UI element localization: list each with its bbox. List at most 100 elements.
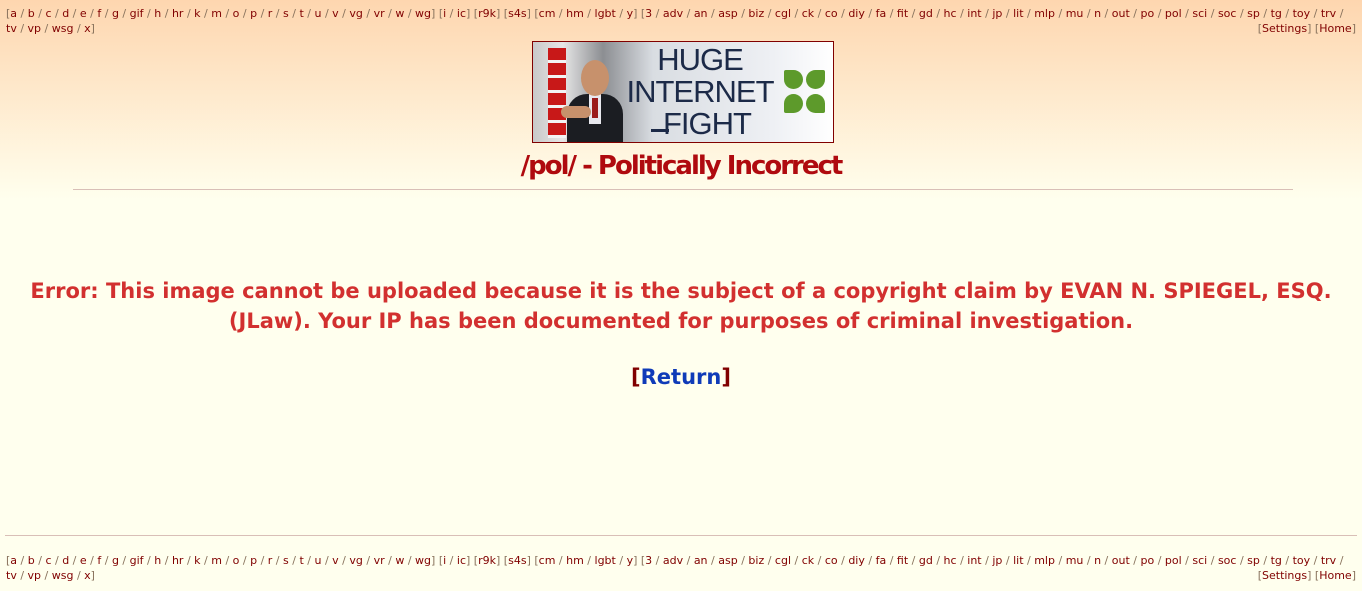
top-board-link-hr[interactable]: hr — [172, 7, 184, 20]
top-board-link-mlp[interactable]: mlp — [1034, 7, 1055, 20]
top-board-link-int[interactable]: int — [967, 7, 981, 20]
top-board-link-fa[interactable]: fa — [876, 7, 887, 20]
bottom-board-link-asp[interactable]: asp — [718, 554, 737, 567]
top-board-link-g[interactable]: g — [112, 7, 119, 20]
top-board-link-w[interactable]: w — [395, 7, 404, 20]
top-board-link-sci[interactable]: sci — [1192, 7, 1207, 20]
bottom-board-link-co[interactable]: co — [825, 554, 838, 567]
top-board-link-lit[interactable]: lit — [1013, 7, 1023, 20]
bottom-settings-link[interactable]: Settings — [1262, 569, 1307, 582]
top-board-link-wg[interactable]: wg — [415, 7, 431, 20]
top-board-link-an[interactable]: an — [694, 7, 708, 20]
bottom-board-link-vp[interactable]: vp — [28, 569, 42, 582]
top-board-link-ck[interactable]: ck — [802, 7, 814, 20]
bottom-board-link-adv[interactable]: adv — [663, 554, 683, 567]
bottom-board-link-lgbt[interactable]: lgbt — [595, 554, 616, 567]
top-board-link-tv[interactable]: tv — [6, 22, 17, 35]
board-banner-image[interactable]: HUGE INTERNET FIGHT — [532, 41, 834, 143]
bottom-board-link-jp[interactable]: jp — [992, 554, 1002, 567]
bottom-board-link-g[interactable]: g — [112, 554, 119, 567]
bottom-board-link-m[interactable]: m — [211, 554, 222, 567]
top-board-link-out[interactable]: out — [1112, 7, 1130, 20]
bottom-home-link[interactable]: Home — [1319, 569, 1351, 582]
bottom-board-link-gif[interactable]: gif — [130, 554, 144, 567]
top-board-link-cgl[interactable]: cgl — [775, 7, 791, 20]
top-board-link-trv[interactable]: trv — [1321, 7, 1336, 20]
bottom-board-link-ck[interactable]: ck — [802, 554, 814, 567]
bottom-board-link-vg[interactable]: vg — [349, 554, 363, 567]
top-board-link-pol[interactable]: pol — [1165, 7, 1182, 20]
bottom-board-link-mlp[interactable]: mlp — [1034, 554, 1055, 567]
bottom-board-link-wsg[interactable]: wsg — [52, 569, 74, 582]
bottom-board-link-gd[interactable]: gd — [919, 554, 933, 567]
top-board-link-s4s[interactable]: s4s — [508, 7, 526, 20]
bottom-board-link-lit[interactable]: lit — [1013, 554, 1023, 567]
bottom-board-link-ic[interactable]: ic — [457, 554, 466, 567]
top-board-link-tg[interactable]: tg — [1271, 7, 1282, 20]
top-board-link-sp[interactable]: sp — [1247, 7, 1260, 20]
top-board-link-hc[interactable]: hc — [944, 7, 957, 20]
banner-headline: HUGE INTERNET FIGHT — [625, 44, 775, 140]
bottom-board-link-b[interactable]: b — [28, 554, 35, 567]
bottom-board-link-s4s[interactable]: s4s — [508, 554, 526, 567]
top-board-link-soc[interactable]: soc — [1218, 7, 1237, 20]
bottom-board-link-int[interactable]: int — [967, 554, 981, 567]
top-board-link-gd[interactable]: gd — [919, 7, 933, 20]
top-board-link-hm[interactable]: hm — [566, 7, 584, 20]
top-board-link-mu[interactable]: mu — [1066, 7, 1084, 20]
top-board-link-vr[interactable]: vr — [374, 7, 385, 20]
top-board-link-e[interactable]: e — [80, 7, 87, 20]
top-board-link-co[interactable]: co — [825, 7, 838, 20]
bottom-board-link-out[interactable]: out — [1112, 554, 1130, 567]
top-board-link-r9k[interactable]: r9k — [478, 7, 496, 20]
bottom-board-link-wg[interactable]: wg — [415, 554, 431, 567]
return-link[interactable]: Return — [641, 365, 722, 389]
top-board-link-lgbt[interactable]: lgbt — [595, 7, 616, 20]
header-divider — [73, 189, 1293, 190]
bottom-board-link-cm[interactable]: cm — [539, 554, 556, 567]
bottom-board-link-tg[interactable]: tg — [1271, 554, 1282, 567]
top-board-link-toy[interactable]: toy — [1293, 7, 1311, 20]
bottom-board-link-diy[interactable]: diy — [848, 554, 865, 567]
top-board-link-po[interactable]: po — [1140, 7, 1154, 20]
top-board-link-cm[interactable]: cm — [539, 7, 556, 20]
bottom-board-link-w[interactable]: w — [395, 554, 404, 567]
top-board-link-asp[interactable]: asp — [718, 7, 737, 20]
bottom-board-link-e[interactable]: e — [80, 554, 87, 567]
top-board-link-biz[interactable]: biz — [748, 7, 764, 20]
bottom-board-link-biz[interactable]: biz — [748, 554, 764, 567]
top-board-link-jp[interactable]: jp — [992, 7, 1002, 20]
top-board-link-vp[interactable]: vp — [28, 22, 42, 35]
bottom-board-link-cgl[interactable]: cgl — [775, 554, 791, 567]
top-board-link-adv[interactable]: adv — [663, 7, 683, 20]
top-board-link-gif[interactable]: gif — [130, 7, 144, 20]
bottom-board-link-vr[interactable]: vr — [374, 554, 385, 567]
bottom-board-link-toy[interactable]: toy — [1293, 554, 1311, 567]
bottom-board-link-mu[interactable]: mu — [1066, 554, 1084, 567]
top-board-link-m[interactable]: m — [211, 7, 222, 20]
top-home-link[interactable]: Home — [1319, 22, 1351, 35]
bottom-board-link-pol[interactable]: pol — [1165, 554, 1182, 567]
top-board-link-b[interactable]: b — [28, 7, 35, 20]
top-board-link-wsg[interactable]: wsg — [52, 22, 74, 35]
bottom-board-link-fa[interactable]: fa — [876, 554, 887, 567]
bottom-board-link-tv[interactable]: tv — [6, 569, 17, 582]
bottom-board-link-hm[interactable]: hm — [566, 554, 584, 567]
bottom-board-link-sci[interactable]: sci — [1192, 554, 1207, 567]
top-board-link-vg[interactable]: vg — [349, 7, 363, 20]
bottom-board-link-hr[interactable]: hr — [172, 554, 184, 567]
bottom-board-link-sp[interactable]: sp — [1247, 554, 1260, 567]
bottom-board-link-trv[interactable]: trv — [1321, 554, 1336, 567]
bottom-board-link-soc[interactable]: soc — [1218, 554, 1237, 567]
bottom-board-link-fit[interactable]: fit — [897, 554, 908, 567]
top-board-link-n[interactable]: n — [1094, 7, 1101, 20]
bottom-board-link-an[interactable]: an — [694, 554, 708, 567]
top-settings-link[interactable]: Settings — [1262, 22, 1307, 35]
top-board-link-ic[interactable]: ic — [457, 7, 466, 20]
bottom-board-link-n[interactable]: n — [1094, 554, 1101, 567]
bottom-board-link-r9k[interactable]: r9k — [478, 554, 496, 567]
bottom-board-link-hc[interactable]: hc — [944, 554, 957, 567]
top-board-link-fit[interactable]: fit — [897, 7, 908, 20]
bottom-board-link-po[interactable]: po — [1140, 554, 1154, 567]
top-board-link-diy[interactable]: diy — [848, 7, 865, 20]
